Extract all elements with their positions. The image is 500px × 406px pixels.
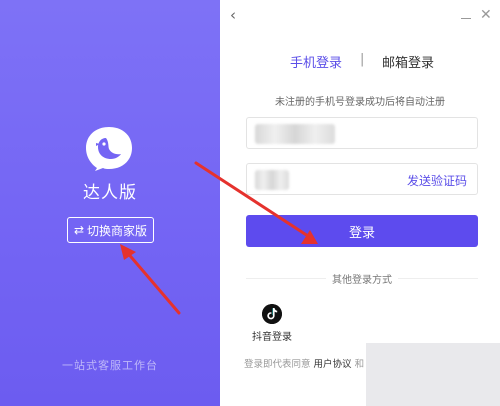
minimize-icon[interactable]: [460, 10, 472, 22]
chevron-left-icon[interactable]: ‹: [230, 7, 244, 23]
login-tabs: 手机登录 | 邮箱登录: [220, 52, 500, 72]
verification-code-input[interactable]: 发送验证码: [246, 163, 478, 195]
douyin-login-button[interactable]: 抖音登录: [248, 304, 296, 344]
login-panel: ‹ ✕ 手机登录 | 邮箱登录 未注册的手机号登录成功后将自动注册 发送验证码 …: [220, 0, 500, 406]
login-button[interactable]: 登录: [246, 215, 478, 247]
register-hint: 未注册的手机号登录成功后将自动注册: [275, 97, 445, 108]
divider-line: [398, 278, 478, 279]
brand-panel: 达人版 ⇄ 切换商家版 一站式客服工作台: [0, 0, 220, 406]
agreement-prefix: 登录即代表同意: [244, 359, 311, 370]
brand-title: 达人版: [83, 183, 137, 203]
tab-email-login[interactable]: 邮箱登录: [382, 52, 434, 71]
tab-phone-login[interactable]: 手机登录: [290, 52, 342, 71]
bird-chat-logo-icon: [86, 127, 132, 171]
send-code-button[interactable]: 发送验证码: [407, 172, 467, 189]
other-login-divider: 其他登录方式: [246, 271, 478, 286]
agreement-and: 和: [354, 359, 365, 370]
login-window: 达人版 ⇄ 切换商家版 一站式客服工作台 ‹ ✕ 手机登录 | 邮箱登录 未注册…: [0, 0, 500, 406]
close-icon[interactable]: ✕: [480, 8, 494, 22]
switch-merchant-button[interactable]: ⇄ 切换商家版: [67, 217, 154, 243]
tab-separator: |: [360, 52, 365, 67]
tiktok-icon: [262, 304, 282, 324]
code-value-blurred: [255, 170, 289, 190]
switch-merchant-label: 切换商家版: [87, 223, 148, 238]
brand-footer: 一站式客服工作台: [62, 359, 158, 372]
phone-input[interactable]: [246, 117, 478, 149]
phone-value-blurred: [255, 124, 335, 144]
swap-icon: ⇄: [73, 223, 85, 237]
douyin-login-label: 抖音登录: [252, 332, 292, 343]
overlap-panel: [366, 343, 500, 406]
agreement-text: 登录即代表同意 用户协议 和: [244, 356, 370, 370]
user-agreement-link[interactable]: 用户协议: [314, 359, 352, 370]
